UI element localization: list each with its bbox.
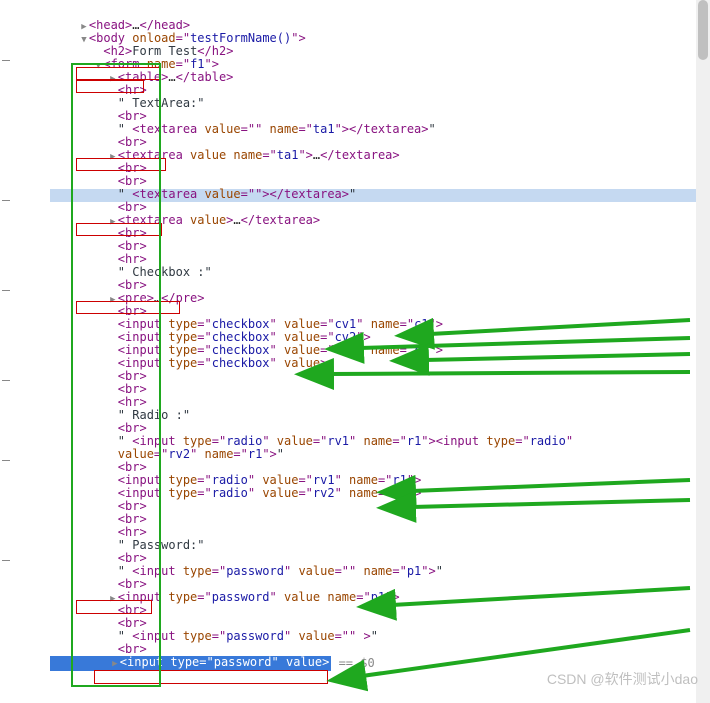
annotation-arrows	[0, 0, 710, 703]
